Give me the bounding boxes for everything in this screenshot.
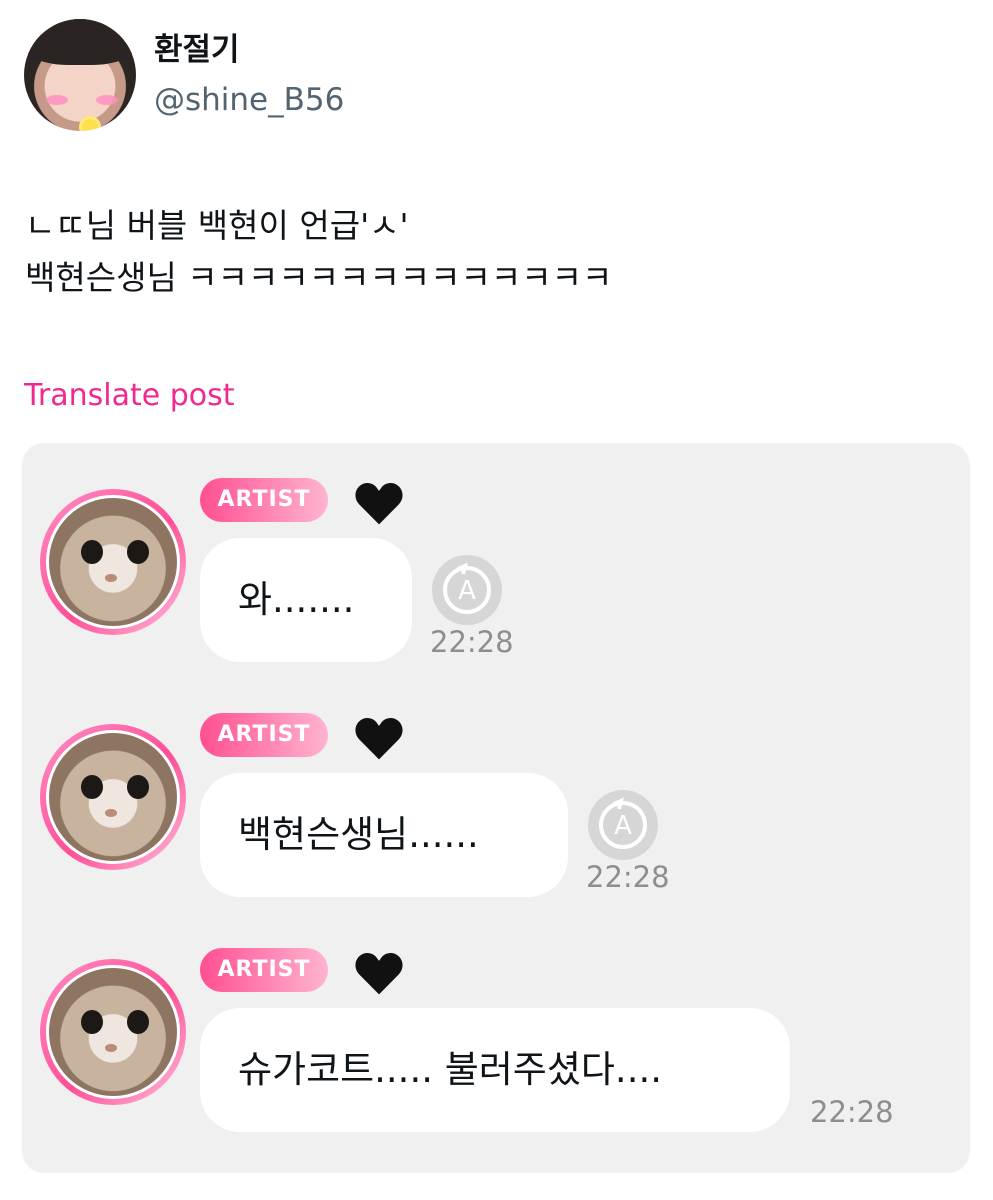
- message-bubble: 백현슨생님......: [200, 773, 568, 897]
- translate-icon[interactable]: A: [586, 788, 660, 862]
- post-text-line-1: ㄴㄸ님 버블 백현이 언급'ㅅ': [25, 206, 409, 245]
- chat-message: ARTIST 와....... A 22:28: [22, 443, 970, 668]
- post-text: ㄴㄸ님 버블 백현이 언급'ㅅ' 백현슨생님 ㅋㅋㅋㅋㅋㅋㅋㅋㅋㅋㅋㅋㅋㅋ: [25, 200, 612, 304]
- cat-eye-left: [81, 540, 103, 564]
- cat-avatar: [46, 495, 180, 629]
- chat-message: ARTIST 슈가코트..... 불러주셨다.... 22:28: [22, 913, 970, 1138]
- artist-badge: ARTIST: [200, 478, 328, 522]
- black-heart-icon: [355, 953, 403, 995]
- cat-eye-right: [127, 775, 149, 799]
- svg-text:A: A: [458, 576, 476, 606]
- avatar-flower: [82, 119, 98, 131]
- avatar-hair: [24, 19, 136, 65]
- chat-message: ARTIST 백현슨생님...... A 22:28: [22, 678, 970, 903]
- cat-nose: [105, 574, 117, 582]
- svg-text:A: A: [614, 811, 632, 841]
- artist-avatar-ring: [40, 959, 186, 1105]
- cat-eye-right: [127, 1010, 149, 1034]
- cat-nose: [105, 1044, 117, 1052]
- cat-eye-right: [127, 540, 149, 564]
- cat-eye-left: [81, 1010, 103, 1034]
- avatar-blush-right: [96, 95, 118, 105]
- artist-badge: ARTIST: [200, 948, 328, 992]
- cat-eye-left: [81, 775, 103, 799]
- message-bubble: 슈가코트..... 불러주셨다....: [200, 1008, 790, 1132]
- post-text-line-2: 백현슨생님 ㅋㅋㅋㅋㅋㅋㅋㅋㅋㅋㅋㅋㅋㅋ: [25, 258, 613, 297]
- author-display-name[interactable]: 환절기: [154, 30, 240, 70]
- black-heart-icon: [355, 718, 403, 760]
- cat-avatar: [46, 730, 180, 864]
- artist-badge: ARTIST: [200, 713, 328, 757]
- message-bubble: 와.......: [200, 538, 412, 662]
- chat-screenshot-card[interactable]: ARTIST 와....... A 22:28 ARTIST 백현슨생님....…: [22, 443, 970, 1173]
- author-avatar[interactable]: [24, 19, 136, 131]
- cat-avatar: [46, 965, 180, 1099]
- artist-avatar-ring: [40, 724, 186, 870]
- message-time: 22:28: [586, 860, 670, 894]
- message-time: 22:28: [810, 1095, 894, 1129]
- translate-post-link[interactable]: Translate post: [24, 377, 235, 415]
- cat-nose: [105, 809, 117, 817]
- message-time: 22:28: [430, 625, 514, 659]
- artist-avatar-ring: [40, 489, 186, 635]
- avatar-blush-left: [46, 95, 68, 105]
- translate-icon[interactable]: A: [430, 553, 504, 627]
- black-heart-icon: [355, 483, 403, 525]
- author-handle[interactable]: @shine_B56: [154, 80, 344, 120]
